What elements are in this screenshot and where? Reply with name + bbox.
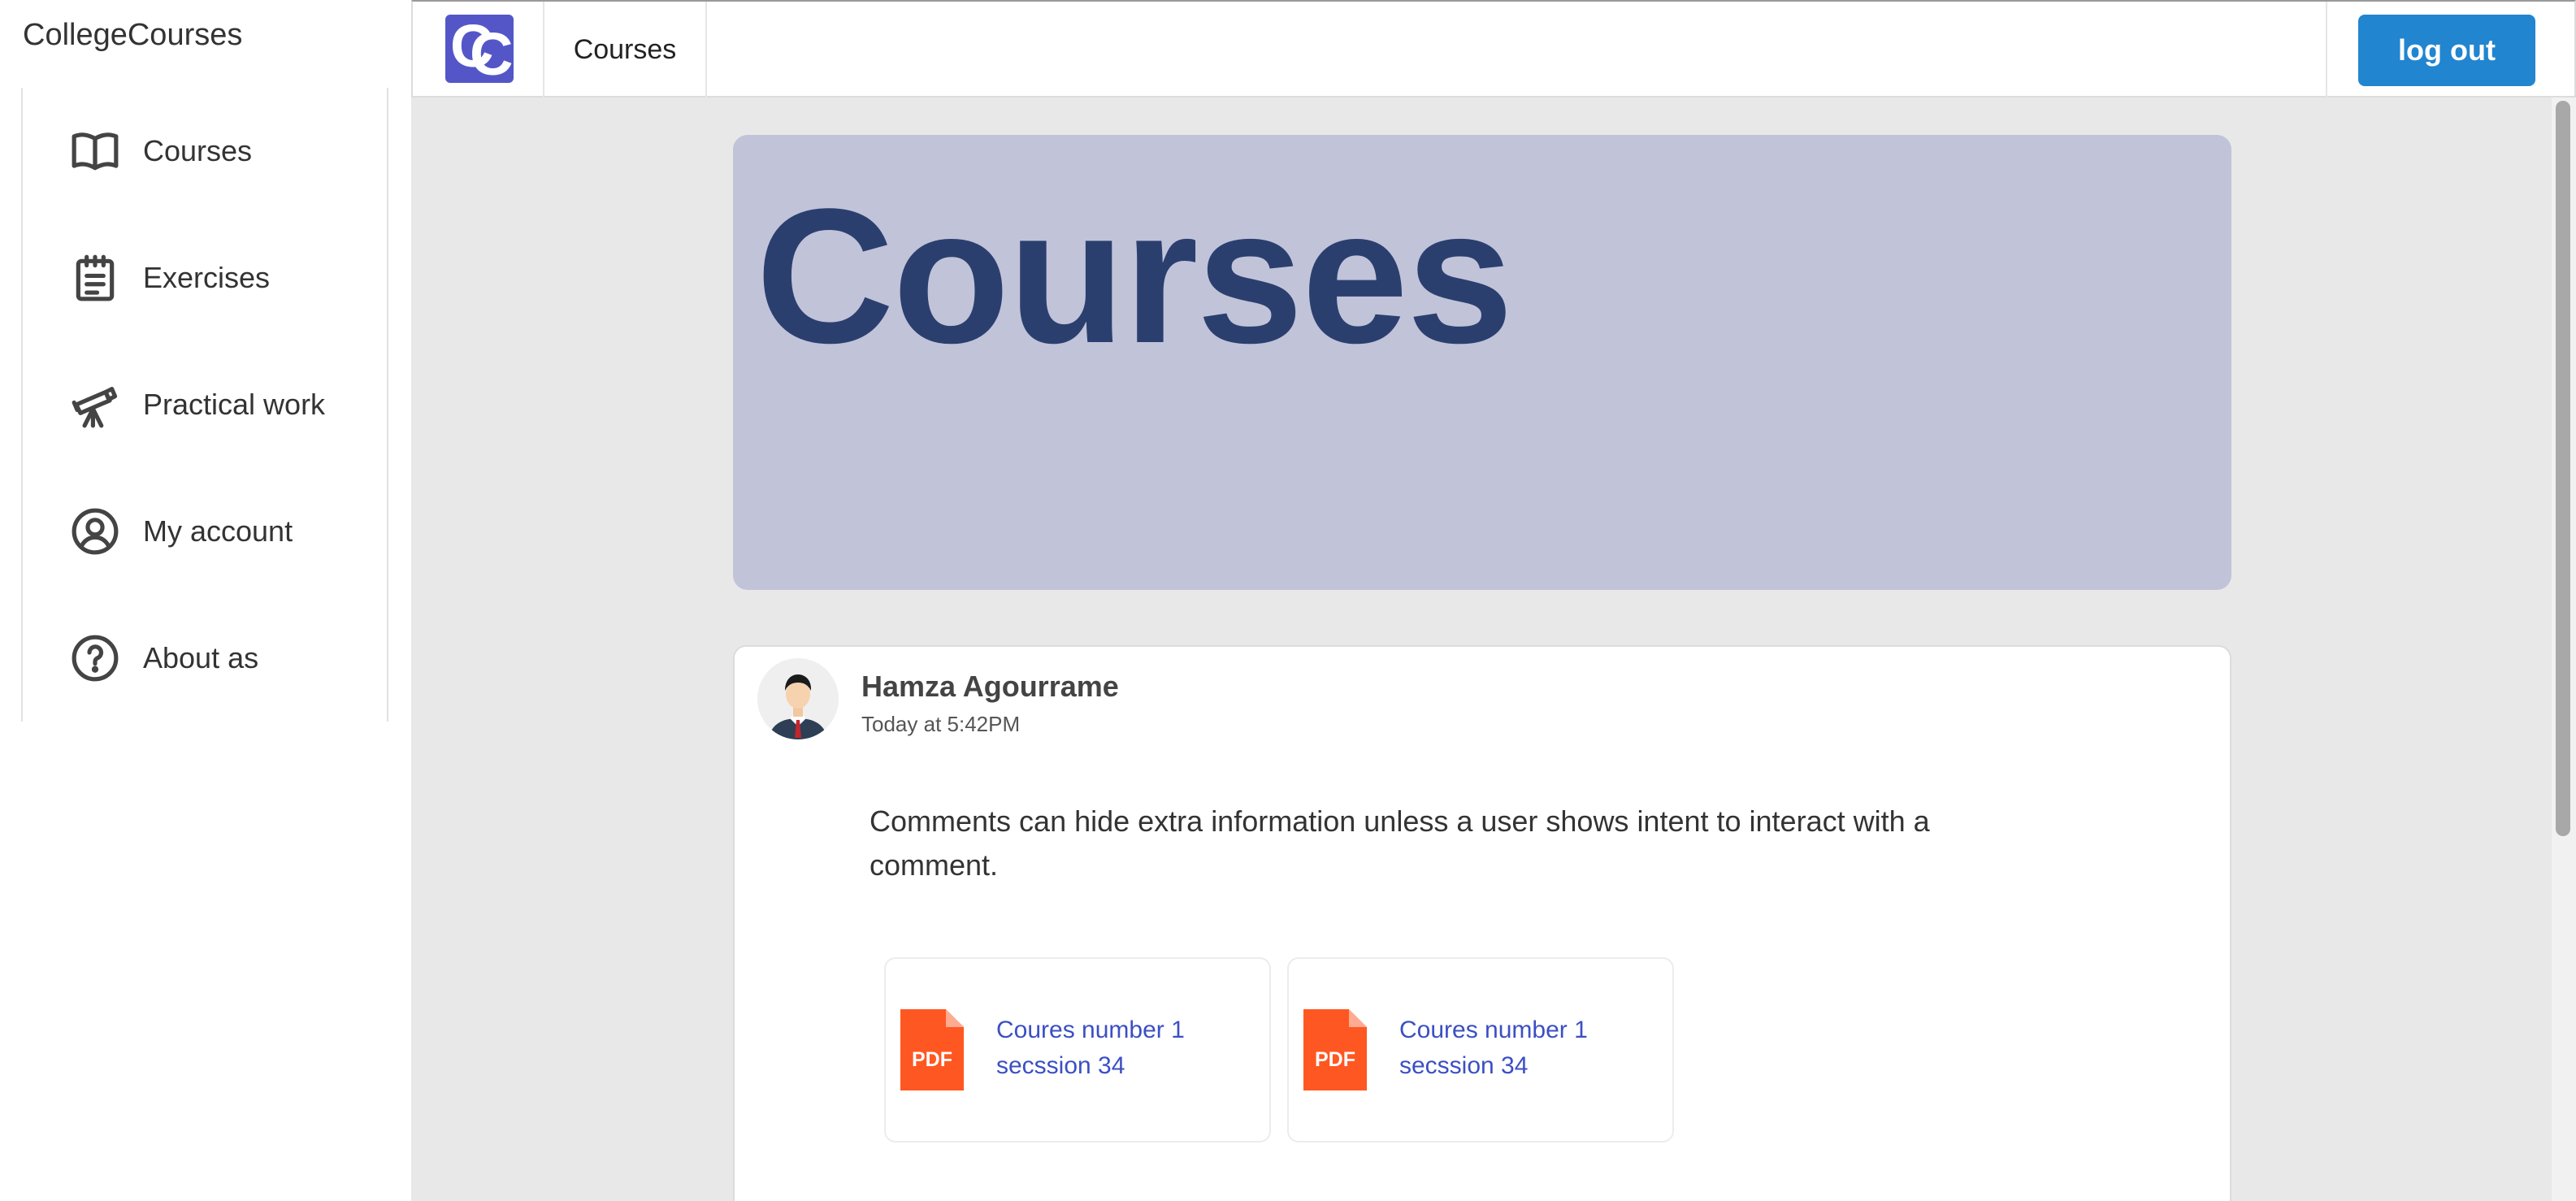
scrollbar-thumb[interactable] [2556, 101, 2570, 836]
sidebar: Courses Exercises Practical work My acco… [21, 88, 388, 722]
post-text: Comments can hide extra information unle… [870, 804, 1930, 882]
topbar-divider [2326, 2, 2327, 98]
logo-cell[interactable]: C C [413, 2, 544, 98]
sidebar-item-my-account[interactable]: My account [23, 468, 387, 595]
attachment-link[interactable]: Coures number 1 secssion 34 [996, 1012, 1240, 1084]
top-bar: C C Courses log out [411, 0, 2576, 98]
sidebar-item-practical-work[interactable]: Practical work [23, 341, 387, 468]
sidebar-item-label: My account [143, 514, 293, 548]
avatar[interactable] [757, 658, 839, 739]
user-circle-icon [70, 506, 120, 557]
attachment-card[interactable]: PDF Coures number 1 secssion 34 [1287, 957, 1674, 1142]
book-open-icon [70, 126, 120, 176]
post-card: Hamza Agourrame Today at 5:42PM Comments… [733, 645, 2231, 1201]
sidebar-item-courses[interactable]: Courses [23, 88, 387, 215]
logout-button[interactable]: log out [2358, 15, 2535, 86]
app-logo[interactable]: C C [445, 15, 514, 88]
post-timestamp: Today at 5:42PM [861, 712, 1021, 736]
nav-item-courses[interactable]: Courses [544, 2, 707, 98]
sidebar-item-exercises[interactable]: Exercises [23, 215, 387, 341]
author-name[interactable]: Hamza Agourrame [861, 670, 1119, 704]
telescope-icon [70, 379, 120, 430]
logo-letter: C [470, 20, 514, 88]
sidebar-item-label: About as [143, 641, 259, 674]
sidebar-area: Courses Exercises Practical work My acco… [0, 73, 411, 1201]
sidebar-item-about[interactable]: About as [23, 595, 387, 722]
sidebar-item-label: Practical work [143, 388, 326, 421]
attachment-link[interactable]: Coures number 1 secssion 34 [1399, 1012, 1643, 1084]
sidebar-item-label: Courses [143, 134, 253, 167]
sidebar-item-label: Exercises [143, 261, 271, 294]
pdf-type-label: PDF [912, 1048, 952, 1071]
hero-banner: Courses [733, 135, 2231, 590]
question-circle-icon [70, 633, 120, 683]
page-title: Courses [756, 169, 1513, 384]
notepad-icon [70, 253, 120, 303]
pdf-file-icon: PDF [900, 1009, 964, 1090]
attachment-card[interactable]: PDF Coures number 1 secssion 34 [884, 957, 1271, 1142]
pdf-type-label: PDF [1315, 1048, 1355, 1071]
pdf-file-icon: PDF [1303, 1009, 1367, 1090]
app-brand[interactable]: CollegeCourses [0, 0, 411, 73]
scrollbar[interactable] [2552, 98, 2576, 1201]
